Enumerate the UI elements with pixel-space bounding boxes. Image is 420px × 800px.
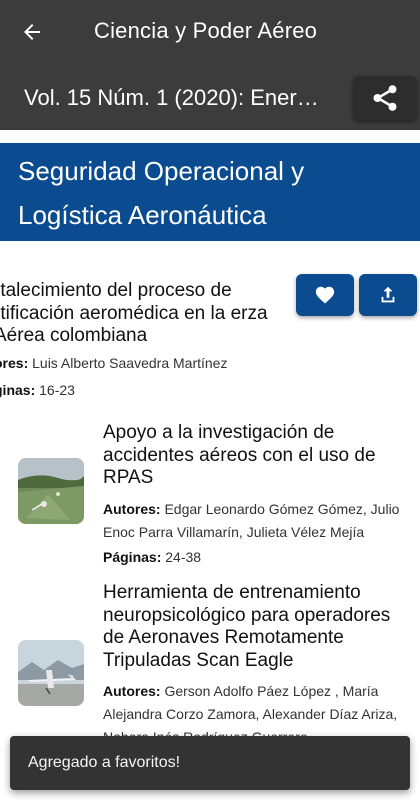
authors-label: Autores: xyxy=(103,500,161,517)
article-title: rtalecimiento del proceso de rtificación… xyxy=(0,280,268,346)
article-authors: ores: Luis Alberto Saavedra Martínez xyxy=(0,352,294,375)
section-title: Seguridad Operacional y Logística Aeroná… xyxy=(18,156,305,230)
share-button[interactable] xyxy=(353,76,417,120)
article-title: Apoyo a la investigación de accidentes a… xyxy=(103,422,376,488)
article-pages: ginas: 16-23 xyxy=(0,379,294,402)
pages-label: ginas: xyxy=(0,381,36,398)
issue-title: Vol. 15 Núm. 1 (2020): Enero-Junio xyxy=(24,85,330,110)
authors-value: Luis Alberto Saavedra Martínez xyxy=(32,354,228,371)
arrow-left-icon xyxy=(24,24,40,40)
article-thumbnail xyxy=(18,640,84,706)
share-icon xyxy=(373,85,397,111)
article-item[interactable]: Herramienta de entrenamiento neuropsicol… xyxy=(0,582,420,745)
drone-photo-image xyxy=(18,640,84,706)
article-item[interactable]: rtalecimiento del proceso de rtificación… xyxy=(0,280,294,402)
authors-label: Autores: xyxy=(103,683,161,699)
pages-value: 16-23 xyxy=(39,381,75,398)
article-item[interactable]: Apoyo a la investigación de accidentes a… xyxy=(0,420,420,570)
favorite-button[interactable] xyxy=(296,274,354,316)
section-header: Seguridad Operacional y Logística Aeroná… xyxy=(0,143,420,241)
share-article-button[interactable] xyxy=(359,274,417,316)
article-authors: Autores: Edgar Leonardo Gómez Gómez, Jul… xyxy=(103,498,403,544)
snackbar: Agregado a favoritos! xyxy=(10,736,410,790)
article-thumbnail xyxy=(18,458,84,524)
pages-label: Páginas: xyxy=(103,548,162,565)
back-button[interactable] xyxy=(12,14,52,50)
aerial-photo-image xyxy=(18,458,84,524)
app-bar: Ciencia y Poder Aéreo Vol. 15 Núm. 1 (20… xyxy=(0,0,420,130)
snackbar-message: Agregado a favoritos! xyxy=(28,754,181,771)
heart-icon xyxy=(315,286,335,304)
pages-value: 24-38 xyxy=(165,548,202,565)
authors-label: ores: xyxy=(0,354,29,371)
article-pages: Páginas: 24-38 xyxy=(103,546,403,569)
article-title: Herramienta de entrenamiento neuropsicol… xyxy=(103,582,391,671)
app-title: Ciencia y Poder Aéreo xyxy=(94,18,318,43)
share-upload-icon xyxy=(381,286,395,303)
